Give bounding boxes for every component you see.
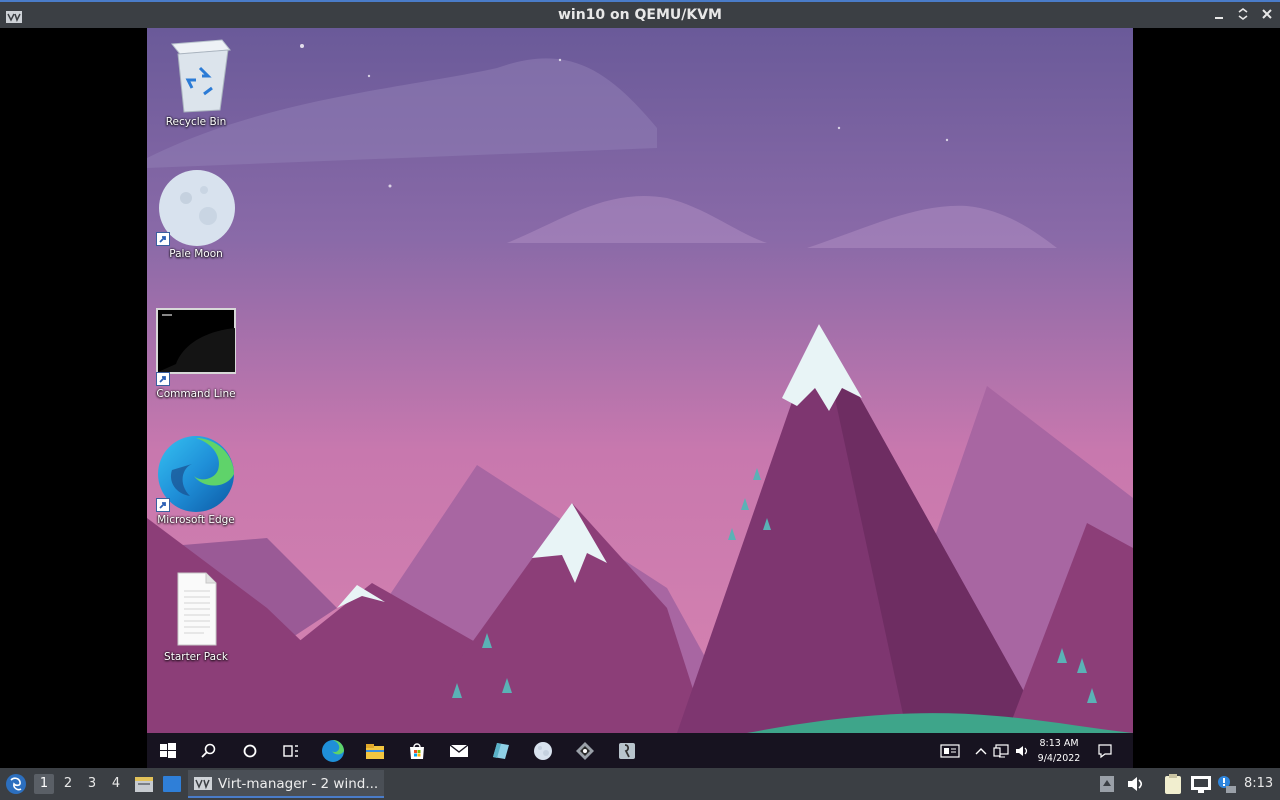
tray-overflow[interactable] [973, 733, 989, 768]
start-icon [160, 742, 176, 758]
desktop-icon-label: Microsoft Edge [157, 514, 235, 526]
host-panel: 1 2 3 4 Virt-manager - 2 wind... 8:13 [0, 768, 1280, 800]
pale-moon-icon [156, 168, 236, 246]
recycle-bin-icon [156, 36, 236, 114]
window-title: win10 on QEMU/KVM [557, 7, 722, 23]
tray-volume[interactable] [1126, 774, 1146, 794]
news-icon [940, 743, 960, 758]
virt-manager-icon [194, 777, 212, 790]
app-icon [576, 741, 594, 760]
workspace-4[interactable]: 4 [106, 774, 126, 794]
desktop-icon-microsoft-edge[interactable]: Microsoft Edge [147, 434, 245, 526]
cortana-icon [243, 744, 257, 757]
volume-icon [1128, 777, 1143, 791]
desktop-launcher[interactable] [162, 774, 182, 794]
taskbar-pale-moon[interactable] [523, 733, 563, 768]
tray-news[interactable] [937, 733, 963, 768]
desktop-wallpaper [147, 28, 1133, 733]
minimize-button[interactable] [1212, 6, 1226, 22]
maximize-button[interactable] [1236, 6, 1250, 22]
tray-network[interactable] [1190, 774, 1212, 794]
desktop-icon-label: Recycle Bin [165, 116, 227, 128]
clipboard-icon [1165, 774, 1181, 794]
tray-notifications[interactable] [1216, 774, 1238, 794]
store-icon [410, 742, 424, 759]
task-view-icon [283, 744, 298, 757]
workspace-2[interactable]: 2 [58, 774, 78, 794]
edge-icon [322, 739, 344, 762]
taskbar-mail[interactable] [439, 733, 479, 768]
host-title-bar: win10 on QEMU/KVM [0, 0, 1280, 28]
app-icon [619, 742, 635, 759]
file-manager-icon [135, 777, 153, 792]
panel-clock[interactable]: 8:13 [1244, 776, 1273, 791]
file-manager-launcher[interactable] [134, 774, 154, 794]
search-button[interactable] [189, 733, 229, 768]
desktop-icon-recycle-bin[interactable]: Recycle Bin [147, 36, 245, 128]
app-menu-button[interactable] [4, 772, 28, 796]
search-icon [201, 743, 216, 758]
mail-icon [449, 743, 469, 757]
desktop-icon-label: Command Line [156, 388, 236, 400]
tray-network[interactable] [992, 733, 1010, 768]
cortana-button[interactable] [230, 733, 270, 768]
taskbar-store[interactable] [397, 733, 437, 768]
document-icon [156, 571, 236, 649]
notification-icon [1098, 743, 1112, 758]
workspace-3[interactable]: 3 [82, 774, 102, 794]
action-center-button[interactable] [1093, 733, 1117, 768]
close-button[interactable] [1260, 6, 1274, 22]
command-line-icon [156, 308, 236, 386]
file-explorer-icon [366, 743, 384, 759]
taskbar-clock[interactable]: 8:13 AM 9/4/2022 [1033, 736, 1085, 766]
info-icon [1218, 776, 1236, 793]
taskbar-app-1[interactable] [481, 733, 521, 768]
tray-updates[interactable] [1098, 774, 1116, 794]
shortcut-arrow-icon [156, 232, 170, 246]
start-button[interactable] [148, 733, 188, 768]
desktop-icon-label: Pale Moon [169, 248, 223, 260]
workspace-1[interactable]: 1 [34, 774, 54, 794]
taskbar-app-2[interactable] [565, 733, 605, 768]
clock-date: 9/4/2022 [1037, 753, 1081, 764]
package-icon [1100, 776, 1114, 792]
desktop-icon-starter-pack[interactable]: Starter Pack [147, 571, 245, 663]
desktop-icon-command-line[interactable]: Command Line [147, 308, 245, 400]
app-icon [493, 742, 509, 759]
taskbar-file-explorer[interactable] [355, 733, 395, 768]
desktop-icon [163, 776, 181, 792]
edge-icon [156, 434, 236, 512]
network-icon [1191, 776, 1211, 793]
pale-moon-icon [534, 741, 552, 760]
task-view-button[interactable] [271, 733, 311, 768]
shortcut-arrow-icon [156, 372, 170, 386]
vm-display[interactable]: Recycle Bin Pale Moon Command Line Micro… [147, 28, 1133, 768]
taskbar-edge[interactable] [313, 733, 353, 768]
taskbar-virt-manager[interactable]: Virt-manager - 2 wind... [188, 770, 384, 798]
clock-time: 8:13 AM [1039, 738, 1079, 749]
tray-clipboard[interactable] [1162, 773, 1184, 795]
desktop-icon-pale-moon[interactable]: Pale Moon [147, 168, 245, 260]
windows-taskbar: 8:13 AM 9/4/2022 [147, 733, 1133, 768]
chevron-up-icon [975, 747, 987, 754]
volume-icon [1016, 745, 1028, 756]
shortcut-arrow-icon [156, 498, 170, 512]
app-menu-icon [6, 774, 26, 794]
desktop-icon-label: Starter Pack [164, 651, 228, 663]
tray-volume[interactable] [1013, 733, 1031, 768]
network-icon [993, 743, 1009, 757]
taskbar-app-3[interactable] [607, 733, 647, 768]
task-label: Virt-manager - 2 wind... [218, 776, 379, 792]
